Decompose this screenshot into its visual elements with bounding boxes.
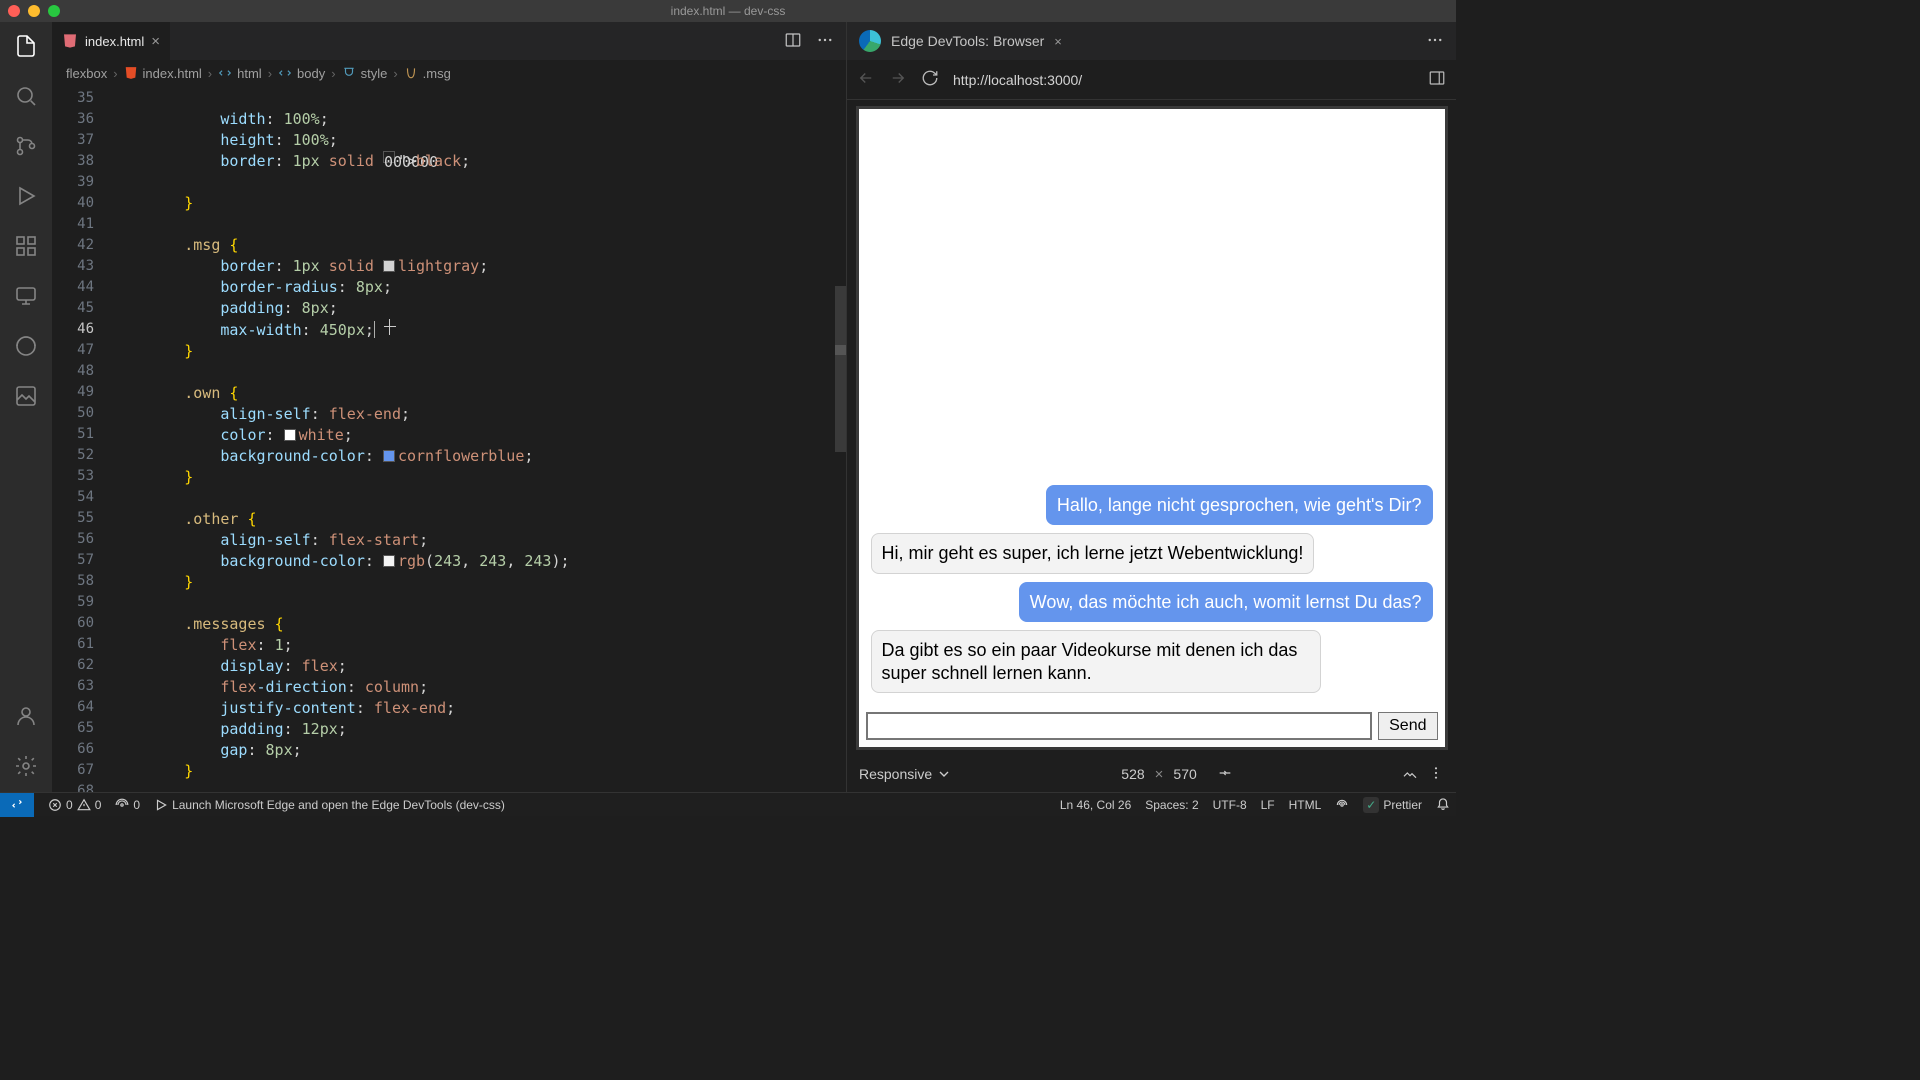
nav-forward-icon[interactable] — [889, 69, 907, 90]
more-actions-icon[interactable] — [816, 31, 834, 52]
go-live-indicator[interactable] — [1335, 798, 1349, 812]
browser-toolbar — [847, 60, 1456, 100]
main-layout: index.html × flexbox › index.html › html… — [0, 22, 1456, 792]
traffic-lights — [8, 5, 60, 17]
launch-debug[interactable]: Launch Microsoft Edge and open the Edge … — [154, 798, 505, 812]
accounts-icon[interactable] — [12, 702, 40, 730]
indent-indicator[interactable]: Spaces: 2 — [1145, 798, 1198, 812]
screenshot-icon[interactable] — [1402, 765, 1418, 784]
chat-message: Hallo, lange nicht gesprochen, wie geht'… — [1046, 485, 1433, 526]
scrollbar-thumb[interactable] — [835, 286, 846, 452]
extensions-icon[interactable] — [12, 232, 40, 260]
eol-indicator[interactable]: LF — [1261, 798, 1275, 812]
explorer-icon[interactable] — [12, 32, 40, 60]
source-control-icon[interactable] — [12, 132, 40, 160]
html-file-icon — [124, 66, 138, 80]
close-tab-icon[interactable]: × — [151, 33, 160, 50]
tag-icon — [218, 66, 232, 80]
breadcrumb[interactable]: flexbox › index.html › html › body › sty… — [52, 60, 846, 86]
chat-message: Wow, das möchte ich auch, womit lernst D… — [1019, 582, 1433, 623]
reload-icon[interactable] — [921, 69, 939, 90]
port-indicator[interactable]: 0 — [115, 798, 140, 812]
statusbar: 0 0 0 Launch Microsoft Edge and open the… — [0, 792, 1456, 816]
titlebar: index.html — dev-css — [0, 0, 1456, 22]
edge-icon — [859, 30, 881, 52]
more-actions-icon[interactable] — [1426, 31, 1444, 52]
scrollbar-mark — [835, 345, 846, 355]
editor-pane: index.html × flexbox › index.html › html… — [52, 22, 846, 792]
run-debug-icon[interactable] — [12, 182, 40, 210]
problems-indicator[interactable]: 0 0 — [48, 798, 101, 812]
nav-back-icon[interactable] — [857, 69, 875, 90]
preview-frame[interactable]: Hallo, lange nicht gesprochen, wie geht'… — [856, 106, 1448, 750]
url-input[interactable] — [953, 60, 1414, 99]
gallery-icon[interactable] — [12, 382, 40, 410]
style-icon — [342, 66, 356, 80]
line-gutter: 3536373839404142434445464748495051525354… — [52, 86, 112, 792]
crumb-style[interactable]: style — [361, 66, 388, 81]
rotate-icon[interactable] — [1217, 765, 1233, 784]
remote-indicator[interactable] — [0, 793, 34, 817]
selector-icon — [404, 66, 418, 80]
maximize-window-button[interactable] — [48, 5, 60, 17]
settings-icon[interactable] — [12, 752, 40, 780]
crumb-file[interactable]: index.html — [143, 66, 202, 81]
crumb-html[interactable]: html — [237, 66, 262, 81]
crumb-folder[interactable]: flexbox — [66, 66, 107, 81]
editor-tab-actions — [784, 31, 846, 52]
viewport-width[interactable]: 528 — [1121, 766, 1144, 782]
close-devtools-icon[interactable]: × — [1054, 34, 1062, 49]
devtools-title: Edge DevTools: Browser — [891, 33, 1044, 49]
notifications-icon[interactable] — [1436, 796, 1450, 813]
remote-explorer-icon[interactable] — [12, 282, 40, 310]
encoding-indicator[interactable]: UTF-8 — [1213, 798, 1247, 812]
window-title: index.html — dev-css — [671, 4, 786, 18]
crumb-selector[interactable]: .msg — [423, 66, 451, 81]
compose-input[interactable] — [866, 712, 1373, 740]
crumb-body[interactable]: body — [297, 66, 325, 81]
browser-preview: Hallo, lange nicht gesprochen, wie geht'… — [847, 100, 1456, 756]
viewport-height[interactable]: 570 — [1173, 766, 1196, 782]
editor-tab-bar: index.html × — [52, 22, 846, 60]
code-editor[interactable]: 3536373839404142434445464748495051525354… — [52, 86, 846, 792]
close-window-button[interactable] — [8, 5, 20, 17]
compose-row: Send — [859, 705, 1445, 747]
language-indicator[interactable]: HTML — [1289, 798, 1322, 812]
chat-message: Da gibt es so ein paar Videokurse mit de… — [871, 630, 1321, 693]
cursor-position[interactable]: Ln 46, Col 26 — [1060, 798, 1131, 812]
device-select[interactable]: Responsive — [859, 766, 952, 782]
minimize-window-button[interactable] — [28, 5, 40, 17]
chat-message: Hi, mir geht es super, ich lerne jetzt W… — [871, 533, 1315, 574]
messages-area: Hallo, lange nicht gesprochen, wie geht'… — [859, 109, 1445, 705]
more-options-icon[interactable] — [1428, 765, 1444, 784]
dock-icon[interactable] — [1428, 69, 1446, 90]
preview-status: Responsive 528 × 570 — [847, 756, 1456, 792]
html-file-icon — [62, 33, 78, 49]
split-editor-icon[interactable] — [784, 31, 802, 52]
dimension-separator: × — [1155, 766, 1164, 783]
devtools-tab[interactable]: Edge DevTools: Browser × — [847, 22, 1456, 60]
tab-filename: index.html — [85, 34, 144, 49]
prettier-indicator[interactable]: ✓Prettier — [1363, 797, 1422, 813]
send-button[interactable]: Send — [1378, 712, 1437, 740]
devtools-pane: Edge DevTools: Browser × Hallo, lange ni… — [846, 22, 1456, 792]
editor-tab-index[interactable]: index.html × — [52, 22, 171, 60]
activity-bar — [0, 22, 52, 792]
code-content[interactable]: width: 100%; height: 100%; border: 1px s… — [112, 86, 846, 792]
edge-devtools-icon[interactable] — [12, 332, 40, 360]
search-icon[interactable] — [12, 82, 40, 110]
tag-icon — [278, 66, 292, 80]
